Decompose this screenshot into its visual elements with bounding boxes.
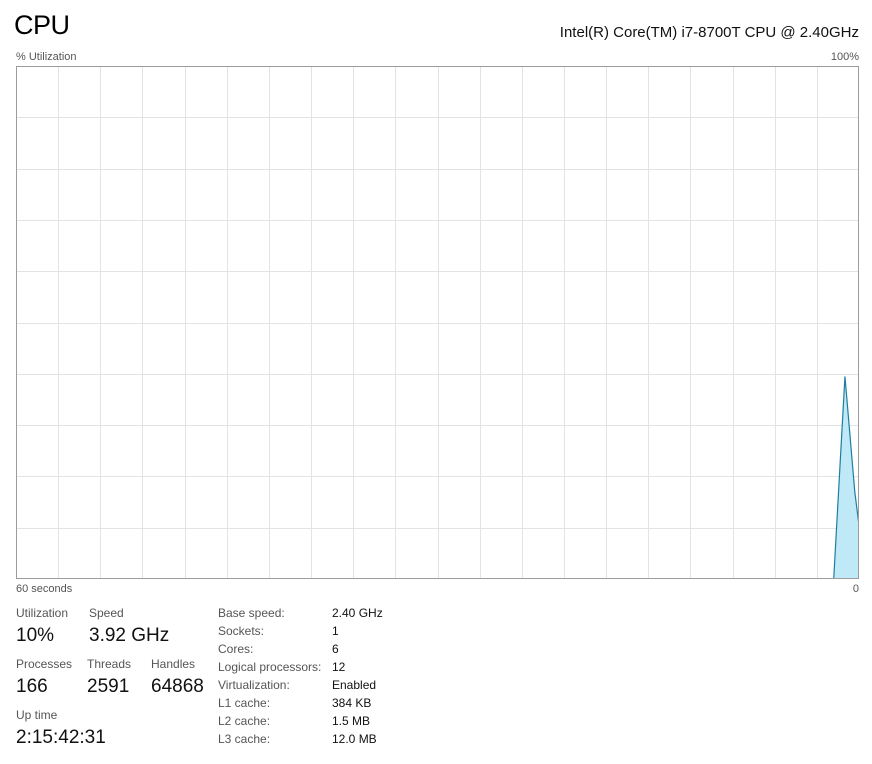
l1-cache-label: L1 cache:	[218, 696, 271, 710]
speed-value: 3.92 GHz	[89, 625, 170, 646]
cores-value: 6	[332, 642, 339, 656]
utilization-area	[833, 376, 859, 579]
l3-cache-label: L3 cache:	[218, 732, 271, 746]
cores-label: Cores:	[218, 642, 254, 656]
cpu-model-name: Intel(R) Core(TM) i7-8700T CPU @ 2.40GHz	[559, 24, 859, 41]
speed-label: Speed	[89, 606, 124, 620]
threads-value: 2591	[87, 676, 130, 697]
uptime-value: 2:15:42:31	[16, 727, 106, 748]
y-axis-label: % Utilization	[16, 51, 77, 63]
l1-cache-value: 384 KB	[332, 696, 372, 710]
logical-processors-label: Logical processors:	[218, 660, 322, 674]
cpu-utilization-chart	[16, 66, 859, 579]
uptime-label: Up time	[16, 708, 58, 722]
base-speed-value: 2.40 GHz	[332, 606, 383, 620]
sockets-label: Sockets:	[218, 624, 265, 638]
y-axis-max-label: 100%	[830, 51, 859, 63]
handles-value: 64868	[151, 676, 204, 697]
sockets-value: 1	[332, 624, 339, 638]
logical-processors-value: 12	[332, 660, 346, 674]
graph-grid	[16, 66, 859, 579]
base-speed-label: Base speed:	[218, 606, 285, 620]
l2-cache-label: L2 cache:	[218, 714, 271, 728]
l2-cache-value: 1.5 MB	[332, 714, 371, 728]
page-title: CPU	[14, 10, 70, 40]
processes-value: 166	[16, 676, 48, 697]
threads-label: Threads	[87, 657, 132, 671]
cpu-utilization-graph	[16, 66, 859, 579]
handles-label: Handles	[151, 657, 196, 671]
x-axis-right-label: 0	[852, 583, 859, 595]
utilization-label: Utilization	[16, 606, 69, 620]
x-axis-left-label: 60 seconds	[16, 583, 73, 595]
virtualization-value: Enabled	[332, 678, 377, 692]
graph-series	[833, 376, 859, 579]
utilization-value: 10%	[16, 625, 55, 646]
virtualization-label: Virtualization:	[218, 678, 290, 692]
l3-cache-value: 12.0 MB	[332, 732, 377, 746]
processes-label: Processes	[16, 657, 73, 671]
